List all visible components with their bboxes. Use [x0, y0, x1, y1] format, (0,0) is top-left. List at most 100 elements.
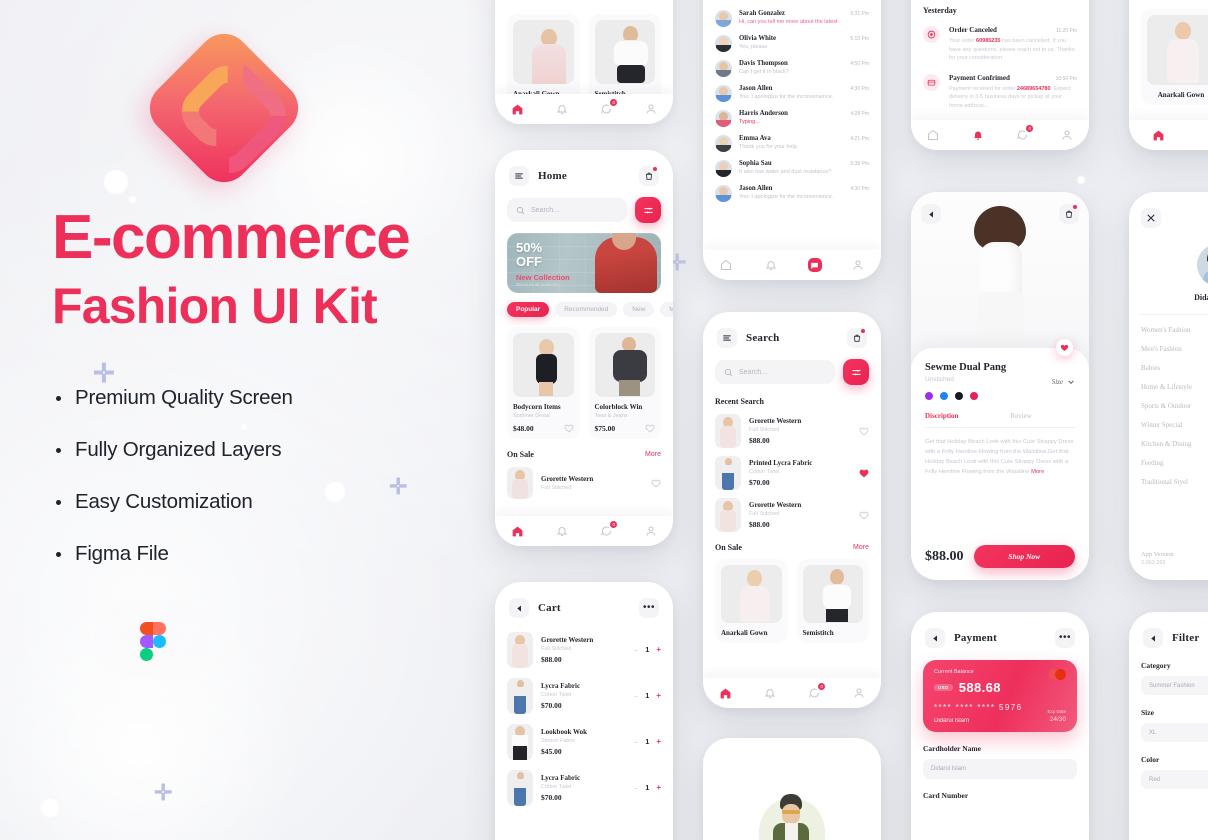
nav-chat[interactable]: [807, 258, 822, 272]
qty-decrease[interactable]: −: [634, 738, 639, 747]
tab-new[interactable]: New: [623, 302, 655, 317]
menu-item-traditional-styel[interactable]: Traditional Styel: [1141, 478, 1208, 486]
screen-chat[interactable]: Sarah Gonzalez 5:31 Pm Hi, can you tell m…: [703, 0, 881, 280]
qty-decrease[interactable]: −: [634, 784, 639, 793]
nav-home[interactable]: [717, 256, 735, 274]
size-select[interactable]: XL: [1141, 723, 1208, 742]
list-item[interactable]: Printed Lycra Fabric Cotton Twist $70.00: [715, 456, 869, 490]
nav-chat[interactable]: 0: [597, 521, 618, 540]
nav-home[interactable]: [716, 684, 734, 702]
search-input[interactable]: Search...: [715, 360, 835, 384]
product-card[interactable]: Colorblock Win Tees & Jeans $75.00: [588, 327, 661, 439]
nav-home[interactable]: [508, 522, 526, 540]
quantity-stepper[interactable]: − 1 +: [634, 646, 661, 655]
heart-icon-filled[interactable]: [859, 468, 869, 478]
screen-catalog[interactable]: Anarkali Gown Unstitched $78.00 Semistit…: [495, 0, 673, 124]
list-item[interactable]: Harris Anderson 4:28 Pm Typing...: [715, 110, 869, 127]
menu-item-womens-fashion[interactable]: Women's Fashion: [1141, 326, 1208, 334]
quantity-stepper[interactable]: − 1 +: [634, 692, 661, 701]
nav-home[interactable]: [1149, 126, 1167, 144]
screen-cart[interactable]: Cart ••• Grorette Western Full Stitched …: [495, 582, 673, 840]
product-card[interactable]: Semistitch: [796, 559, 869, 643]
list-item[interactable]: Sophia Sau 5:38 Pm It also has water and …: [715, 160, 869, 177]
tab-popular[interactable]: Popular: [507, 302, 550, 317]
bottom-nav[interactable]: [1129, 120, 1208, 150]
list-item[interactable]: Jason Allen 4:30 Pm You: I apologize for …: [715, 185, 869, 202]
promo-banner[interactable]: 50% OFF New Collection Discount all prod…: [507, 233, 661, 293]
nav-profile[interactable]: [642, 100, 660, 118]
screen-onboarding[interactable]: [703, 738, 881, 840]
filter-button[interactable]: [843, 359, 869, 385]
heart-icon[interactable]: [651, 478, 661, 488]
qty-decrease[interactable]: −: [634, 646, 639, 655]
screen-home[interactable]: Home Search... 50% OFF New Collection Di…: [495, 150, 673, 546]
nav-profile[interactable]: [642, 522, 660, 540]
nav-profile[interactable]: [1058, 126, 1076, 144]
bottom-nav[interactable]: [703, 250, 881, 280]
nav-profile[interactable]: [849, 256, 867, 274]
shop-now-button[interactable]: Shop Now: [973, 545, 1075, 568]
detail-tabs[interactable]: Discription Review: [925, 412, 1075, 428]
category-tabs[interactable]: Popular Recommended New Most V: [507, 302, 673, 317]
nav-profile[interactable]: [850, 684, 868, 702]
tab-discription[interactable]: Discription: [925, 412, 958, 420]
menu-button[interactable]: [509, 166, 529, 186]
list-item[interactable]: Jason Allen 4:30 Pm You: I apologize for …: [715, 85, 869, 102]
nav-chat[interactable]: 0: [805, 683, 826, 702]
back-button[interactable]: [509, 598, 529, 618]
close-button[interactable]: [1141, 208, 1161, 228]
table-row[interactable]: Lycra Fabric Cotton Twist $70.00 − 1 +: [507, 770, 661, 806]
qty-increase[interactable]: +: [656, 692, 661, 700]
list-item[interactable]: Grorette Western Full Stitched: [507, 467, 661, 499]
product-card[interactable]: Anarkali Gown: [715, 559, 788, 643]
back-button[interactable]: [925, 628, 945, 648]
menu-button[interactable]: [717, 328, 737, 348]
heart-icon[interactable]: [859, 510, 869, 520]
back-button[interactable]: [921, 204, 941, 224]
nav-home[interactable]: [508, 100, 526, 118]
nav-notifications[interactable]: [969, 126, 987, 144]
filter-button[interactable]: [635, 197, 661, 223]
list-item[interactable]: Emma Ava 4:21 Pm Thank you for your help.: [715, 135, 869, 152]
nav-notifications[interactable]: [761, 684, 779, 702]
search-input[interactable]: Search...: [507, 198, 627, 222]
nav-chat[interactable]: 0: [1013, 125, 1034, 144]
nav-notifications[interactable]: [762, 256, 780, 274]
nav-chat[interactable]: 0: [597, 99, 618, 118]
table-row[interactable]: Lookbook Wok Stretch Fabric $45.00 − 1 +: [507, 724, 661, 760]
bottom-nav[interactable]: 0: [495, 516, 673, 546]
menu-item-babies[interactable]: Babies: [1141, 364, 1208, 372]
tab-review[interactable]: Review: [1010, 412, 1031, 420]
menu-item-kitchen-dining[interactable]: Kitchen & Dining: [1141, 440, 1208, 448]
bottom-nav[interactable]: 0: [703, 678, 881, 708]
swatch-red[interactable]: [970, 392, 978, 400]
qty-increase[interactable]: +: [656, 738, 661, 746]
screen-payment[interactable]: Payment ••• Current Balance USD 588.68 *…: [911, 612, 1089, 840]
section-more-link[interactable]: More: [853, 544, 869, 551]
menu-item-sports-outdoor[interactable]: Sports & Outdoor: [1141, 402, 1208, 410]
menu-item-feeding[interactable]: Feeding: [1141, 459, 1208, 467]
nav-notifications[interactable]: [553, 522, 571, 540]
credit-card[interactable]: Current Balance USD 588.68 **** **** ***…: [923, 660, 1077, 732]
screen-profile-drawer[interactable]: Didarul Islam Women's Fashion Men's Fash…: [1129, 192, 1208, 580]
size-selector[interactable]: Size: [1052, 378, 1075, 386]
nav-home[interactable]: [924, 126, 942, 144]
table-row[interactable]: Grorette Western Full Stitched $88.00 − …: [507, 632, 661, 668]
color-swatches[interactable]: [925, 392, 1075, 400]
description-more-link[interactable]: More: [1031, 469, 1044, 475]
category-select[interactable]: Summer Fashion: [1141, 676, 1208, 695]
heart-icon[interactable]: [645, 423, 655, 433]
more-button[interactable]: •••: [1055, 628, 1075, 648]
quantity-stepper[interactable]: − 1 +: [634, 784, 661, 793]
bottom-nav[interactable]: 0: [495, 94, 673, 124]
list-item[interactable]: Olivia White 5:10 Pm Yes, please.: [715, 35, 869, 52]
swatch-blue[interactable]: [940, 392, 948, 400]
tab-recommended[interactable]: Recommended: [555, 302, 618, 317]
cart-button[interactable]: [639, 166, 659, 186]
menu-item-mens-fashion[interactable]: Men's Fashion: [1141, 345, 1208, 353]
list-item[interactable]: Grorette Western Full Stitched $88.00: [715, 414, 869, 448]
list-item[interactable]: Davis Thompson 4:50 Pm Can I get it in bl…: [715, 60, 869, 77]
screen-product-detail[interactable]: Sewme Dual Pang Unstiched Size Discripti…: [911, 192, 1089, 580]
screen-notifications[interactable]: Yesterday Order Canceled 11:20 Pm Your o…: [911, 0, 1089, 150]
qty-increase[interactable]: +: [656, 646, 661, 654]
